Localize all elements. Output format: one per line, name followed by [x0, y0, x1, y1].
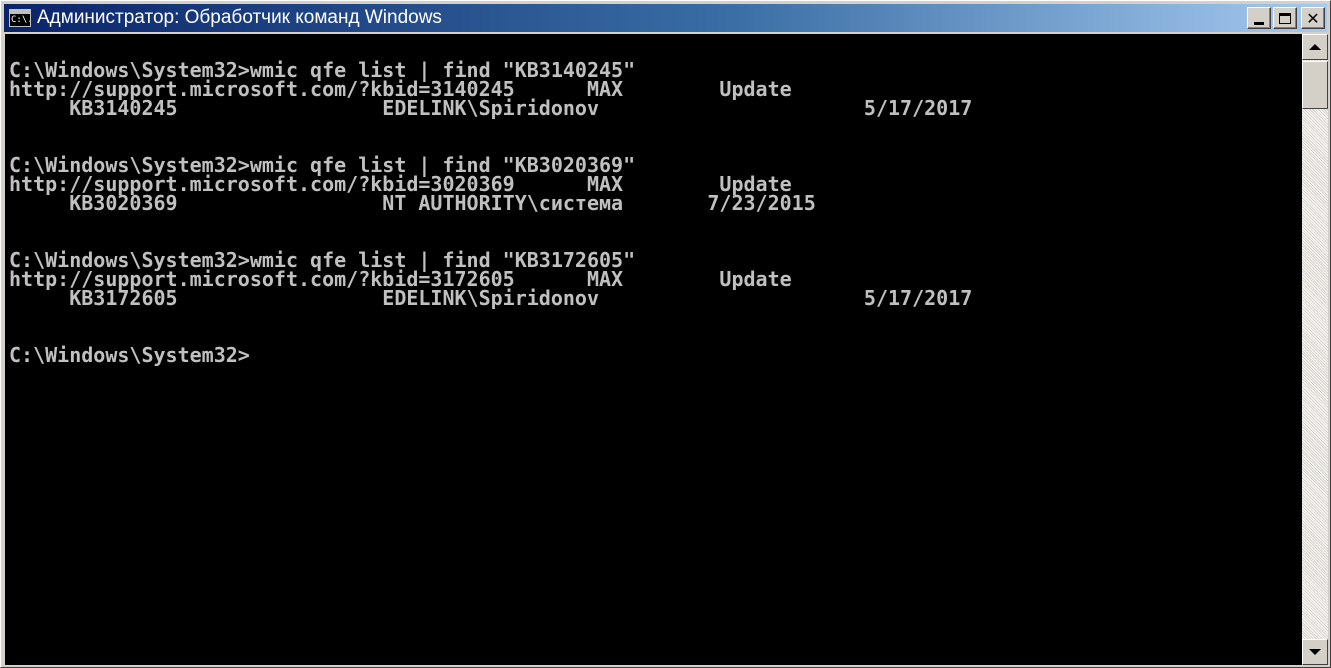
console-line: KB3020369 NT AUTHORITY\система 7/23/2015: [9, 191, 816, 215]
maximize-button[interactable]: [1273, 7, 1297, 29]
arrow-up-icon: [1309, 44, 1321, 50]
close-button[interactable]: ✕: [1301, 7, 1325, 29]
maximize-icon: [1279, 12, 1291, 24]
console-line: KB3140245 EDELINK\Spiridonov 5/17/2017: [9, 96, 973, 120]
console-icon-text: C:\.: [11, 15, 31, 25]
console-line: C:\Windows\System32>: [9, 343, 250, 367]
minimize-icon: [1254, 21, 1264, 25]
vertical-scrollbar[interactable]: [1302, 34, 1328, 665]
scroll-down-button[interactable]: [1302, 639, 1328, 665]
window-controls: ✕: [1247, 7, 1325, 29]
title-bar[interactable]: C:\. Администратор: Обработчик команд Wi…: [4, 4, 1327, 32]
console-icon[interactable]: C:\.: [9, 9, 31, 27]
console-line: KB3172605 EDELINK\Spiridonov 5/17/2017: [9, 286, 973, 310]
console-output[interactable]: C:\Windows\System32>wmic qfe list | find…: [5, 34, 1302, 665]
console-window: C:\. Администратор: Обработчик команд Wi…: [0, 0, 1331, 668]
console-icon-bar: [10, 10, 30, 14]
arrow-down-icon: [1309, 649, 1321, 655]
scroll-thumb[interactable]: [1302, 61, 1328, 109]
close-icon: ✕: [1306, 8, 1320, 28]
window-title: Администратор: Обработчик команд Windows: [37, 7, 442, 28]
scroll-up-button[interactable]: [1302, 34, 1328, 60]
minimize-button[interactable]: [1247, 7, 1271, 29]
